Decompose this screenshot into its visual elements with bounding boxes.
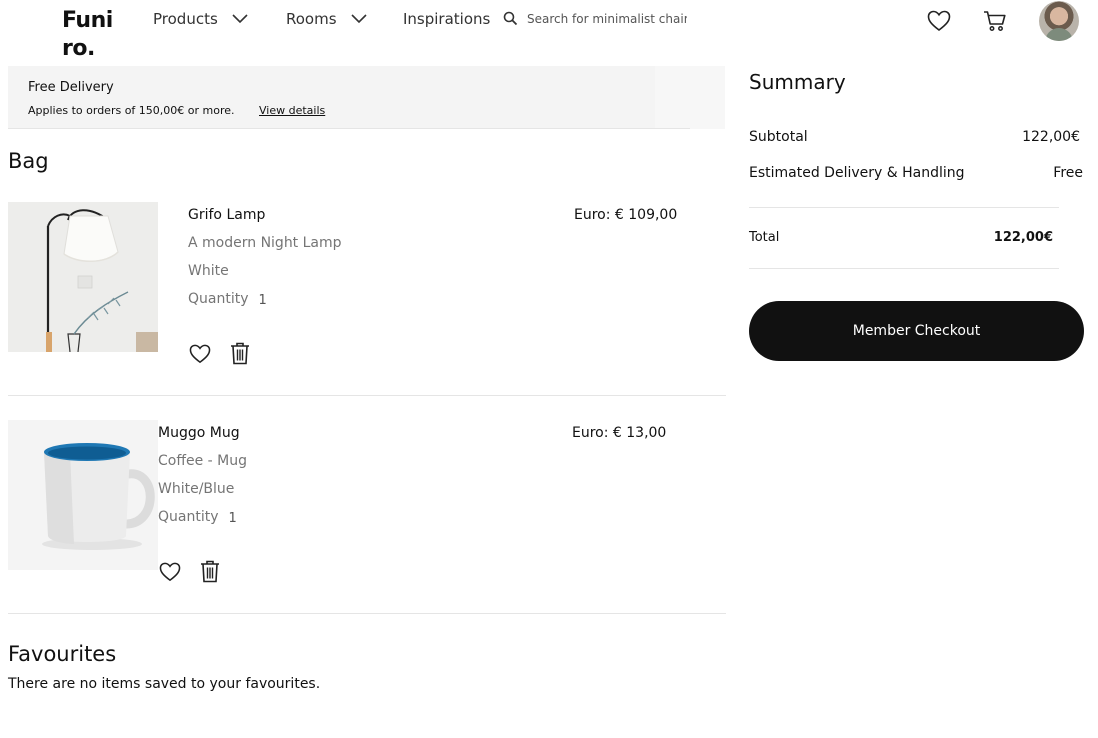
item-description: A modern Night Lamp xyxy=(188,235,342,251)
search-input[interactable] xyxy=(527,11,687,26)
heart-icon[interactable] xyxy=(927,10,951,32)
member-checkout-button[interactable]: Member Checkout xyxy=(749,301,1084,361)
logo[interactable]: Funi ro. xyxy=(62,7,122,63)
mug-image[interactable] xyxy=(8,420,158,570)
item-color: White/Blue xyxy=(158,481,235,497)
favourite-heart-icon[interactable] xyxy=(159,562,181,582)
divider xyxy=(749,207,1059,208)
divider xyxy=(8,395,726,396)
total-value: 122,00€ xyxy=(993,230,1053,245)
divider xyxy=(8,613,726,614)
delivery-label: Estimated Delivery & Handling xyxy=(749,165,965,181)
free-delivery-banner: Free Delivery Applies to orders of 150,0… xyxy=(8,66,725,129)
chevron-down-icon xyxy=(232,14,248,24)
item-price: Euro: € 109,00 xyxy=(574,207,678,223)
search-bar xyxy=(503,11,687,26)
divider xyxy=(8,128,690,129)
banner-title: Free Delivery xyxy=(28,80,114,95)
nav-products[interactable]: Products xyxy=(153,10,248,28)
nav-inspirations-label: Inspirations xyxy=(403,10,491,28)
quantity-value[interactable]: 1 xyxy=(259,291,267,308)
item-name[interactable]: Grifo Lamp xyxy=(188,207,265,223)
item-name[interactable]: Muggo Mug xyxy=(158,425,240,441)
subtotal-value: 122,00€ xyxy=(1022,129,1080,145)
favourite-heart-icon[interactable] xyxy=(189,344,211,364)
delivery-value: Free xyxy=(1053,165,1083,181)
quantity-label: Quantity xyxy=(188,291,249,307)
view-details-link[interactable]: View details xyxy=(259,104,325,117)
chevron-down-icon xyxy=(350,14,367,24)
summary-title: Summary xyxy=(749,70,846,94)
search-icon[interactable] xyxy=(503,11,518,26)
quantity-label: Quantity xyxy=(158,509,219,525)
avatar[interactable] xyxy=(1039,1,1079,41)
total-label: Total xyxy=(749,230,780,245)
trash-icon[interactable] xyxy=(230,342,250,365)
nav-products-label: Products xyxy=(153,10,218,28)
favourites-title: Favourites xyxy=(8,642,117,666)
trash-icon[interactable] xyxy=(200,560,220,583)
cart-icon[interactable] xyxy=(983,10,1007,32)
nav-rooms-label: Rooms xyxy=(286,10,337,28)
floor-lamp-image[interactable] xyxy=(8,202,158,352)
item-color: White xyxy=(188,263,229,279)
quantity-selector[interactable]: Quantity 1 xyxy=(158,509,237,526)
quantity-selector[interactable]: Quantity 1 xyxy=(188,291,267,308)
divider xyxy=(749,268,1059,269)
nav-inspirations[interactable]: Inspirations xyxy=(403,10,490,28)
favourites-empty-text: There are no items saved to your favouri… xyxy=(8,676,321,692)
item-price: Euro: € 13,00 xyxy=(572,425,667,441)
subtotal-label: Subtotal xyxy=(749,129,808,145)
item-description: Coffee - Mug xyxy=(158,453,248,469)
banner-subtitle: Applies to orders of 150,00€ or more. xyxy=(28,104,235,117)
quantity-value[interactable]: 1 xyxy=(229,509,237,526)
bag-title: Bag xyxy=(8,149,49,173)
nav-rooms[interactable]: Rooms xyxy=(286,10,367,28)
